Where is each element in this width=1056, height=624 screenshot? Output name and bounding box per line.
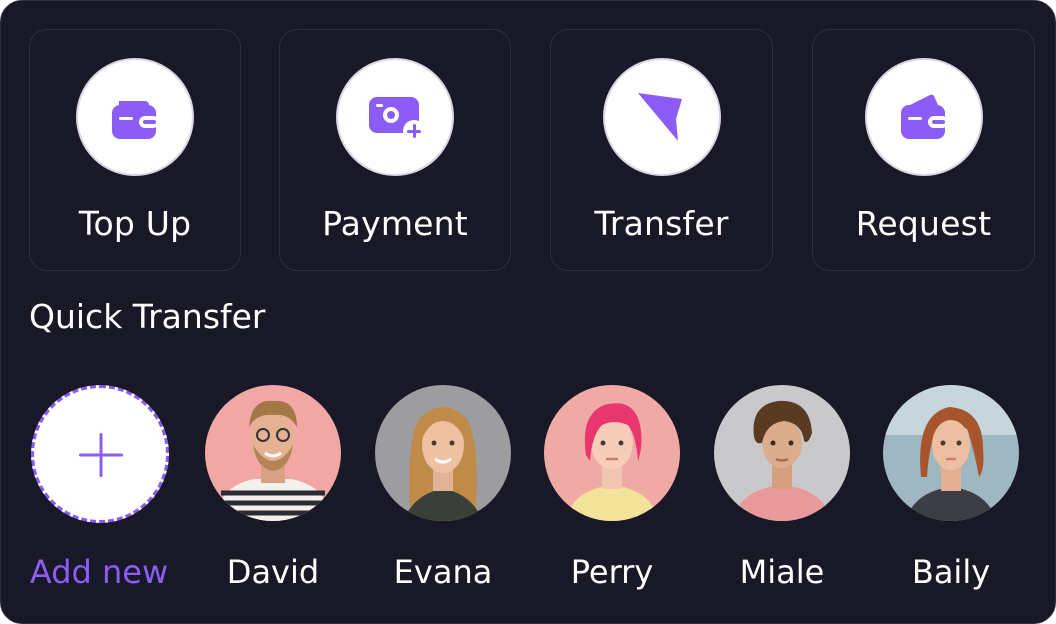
transfer-label: Transfer [594,204,729,243]
transfer-button[interactable]: Transfer [550,29,773,271]
avatar [375,385,511,521]
wallet-panel: Top Up Payment Transfer Request Quick Tr… [0,0,1056,624]
payment-button[interactable]: Payment [279,29,511,271]
avatar [544,385,680,521]
avatar [714,385,850,521]
add-new-label[interactable]: Add new [1,553,197,591]
contact-name: Miale [739,553,825,591]
contact-name: Evana [393,553,493,591]
david-photo [205,385,341,521]
top-up-label: Top Up [78,204,192,243]
payment-icon-circle [336,58,454,176]
avatar [205,385,341,521]
quick-transfer-title: Quick Transfer [29,297,266,336]
contact-name: Baily [911,553,991,591]
contact-baily[interactable]: Baily [881,383,1021,603]
miale-photo [714,385,850,521]
top-up-button[interactable]: Top Up [29,29,241,271]
money-add-icon [369,97,425,142]
contact-david[interactable]: David [203,383,343,603]
wallet-request-icon [900,94,948,139]
contact-evana[interactable]: Evana [373,383,513,603]
request-label: Request [855,204,992,243]
plus-icon [79,433,123,477]
request-button[interactable]: Request [812,29,1035,271]
contact-miale[interactable]: Miale [712,383,852,603]
top-up-icon-circle [76,58,194,176]
wallet-icon [112,101,159,139]
evana-photo [375,385,511,521]
payment-label: Payment [322,204,468,243]
request-icon-circle [864,58,983,176]
add-new-contact-button[interactable] [31,385,169,523]
baily-photo [883,385,1019,521]
contact-name: David [226,553,320,591]
avatar [883,385,1019,521]
perry-photo [544,385,680,521]
contact-name: Perry [570,553,654,591]
send-arrow-icon [637,93,682,141]
transfer-icon-circle [602,58,721,176]
contact-perry[interactable]: Perry [542,383,682,603]
